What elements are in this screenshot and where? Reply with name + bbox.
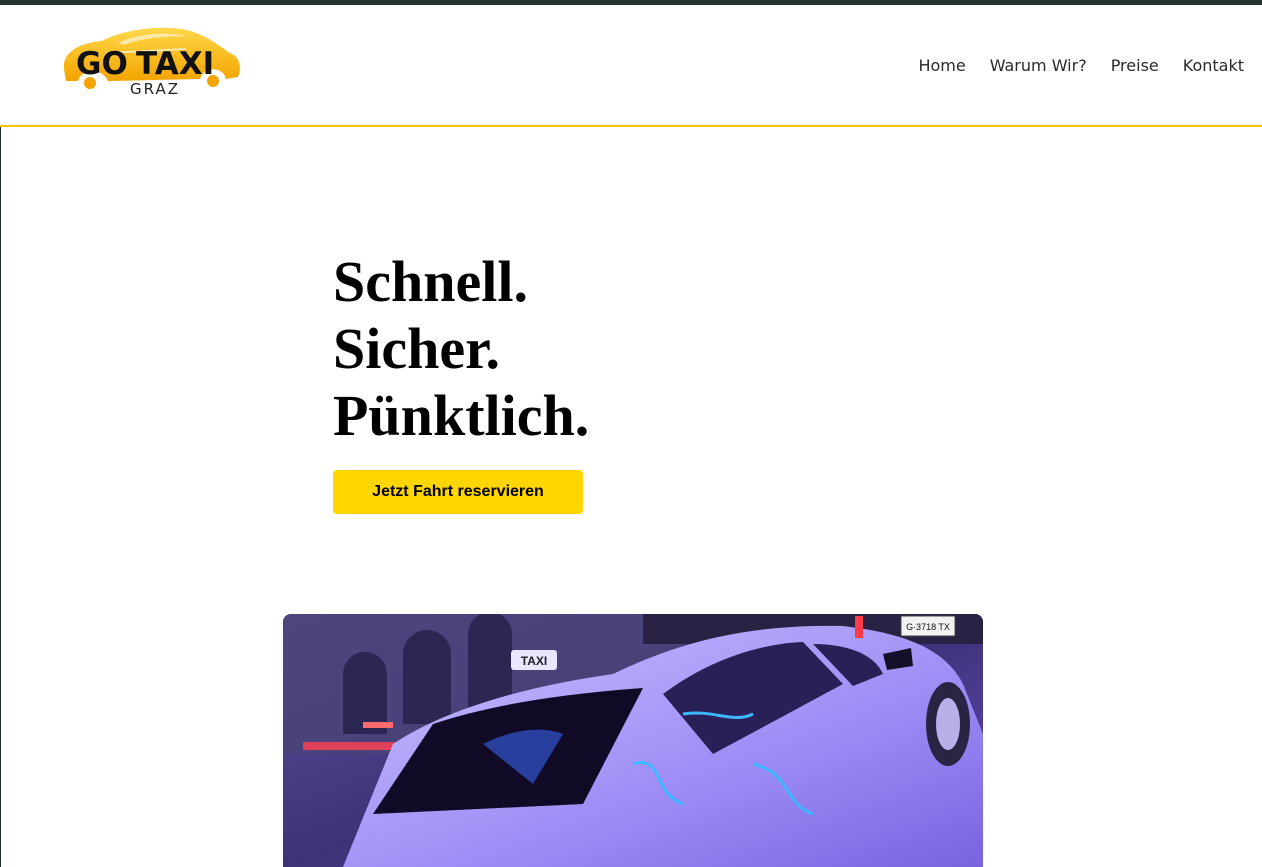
reserve-ride-button[interactable]: Jetzt Fahrt reservieren	[333, 470, 583, 514]
nav-item-kontakt[interactable]: Kontakt	[1183, 56, 1244, 75]
license-plate-text: G·3718 TX	[906, 622, 950, 632]
left-window-edge	[0, 0, 1, 867]
site-header: GO TAXI GRAZ Home Warum Wir? Preise Kont…	[0, 5, 1262, 127]
hero-section: Schnell. Sicher. Pünktlich.	[333, 248, 589, 449]
logo-word-go: GO	[76, 46, 128, 82]
main-navigation: Home Warum Wir? Preise Kontakt	[918, 56, 1244, 75]
headline-line-2: Sicher.	[333, 316, 501, 381]
nav-item-home[interactable]: Home	[918, 56, 965, 75]
logo-subtitle: GRAZ	[130, 80, 180, 98]
go-taxi-graz-logo[interactable]: GO TAXI GRAZ	[58, 23, 244, 105]
hero-headline: Schnell. Sicher. Pünktlich.	[333, 248, 589, 449]
taxi-sign-text: TAXI	[521, 654, 547, 668]
taxi-photo: TAXI G·3718 TX	[283, 614, 983, 867]
headline-line-3: Pünktlich.	[333, 383, 590, 448]
headline-line-1: Schnell.	[333, 249, 528, 314]
nav-item-warum-wir[interactable]: Warum Wir?	[990, 56, 1087, 75]
logo-word-taxi: TAXI	[136, 46, 215, 82]
nav-item-preise[interactable]: Preise	[1111, 56, 1159, 75]
taxi-car-image: TAXI G·3718 TX	[283, 614, 983, 867]
